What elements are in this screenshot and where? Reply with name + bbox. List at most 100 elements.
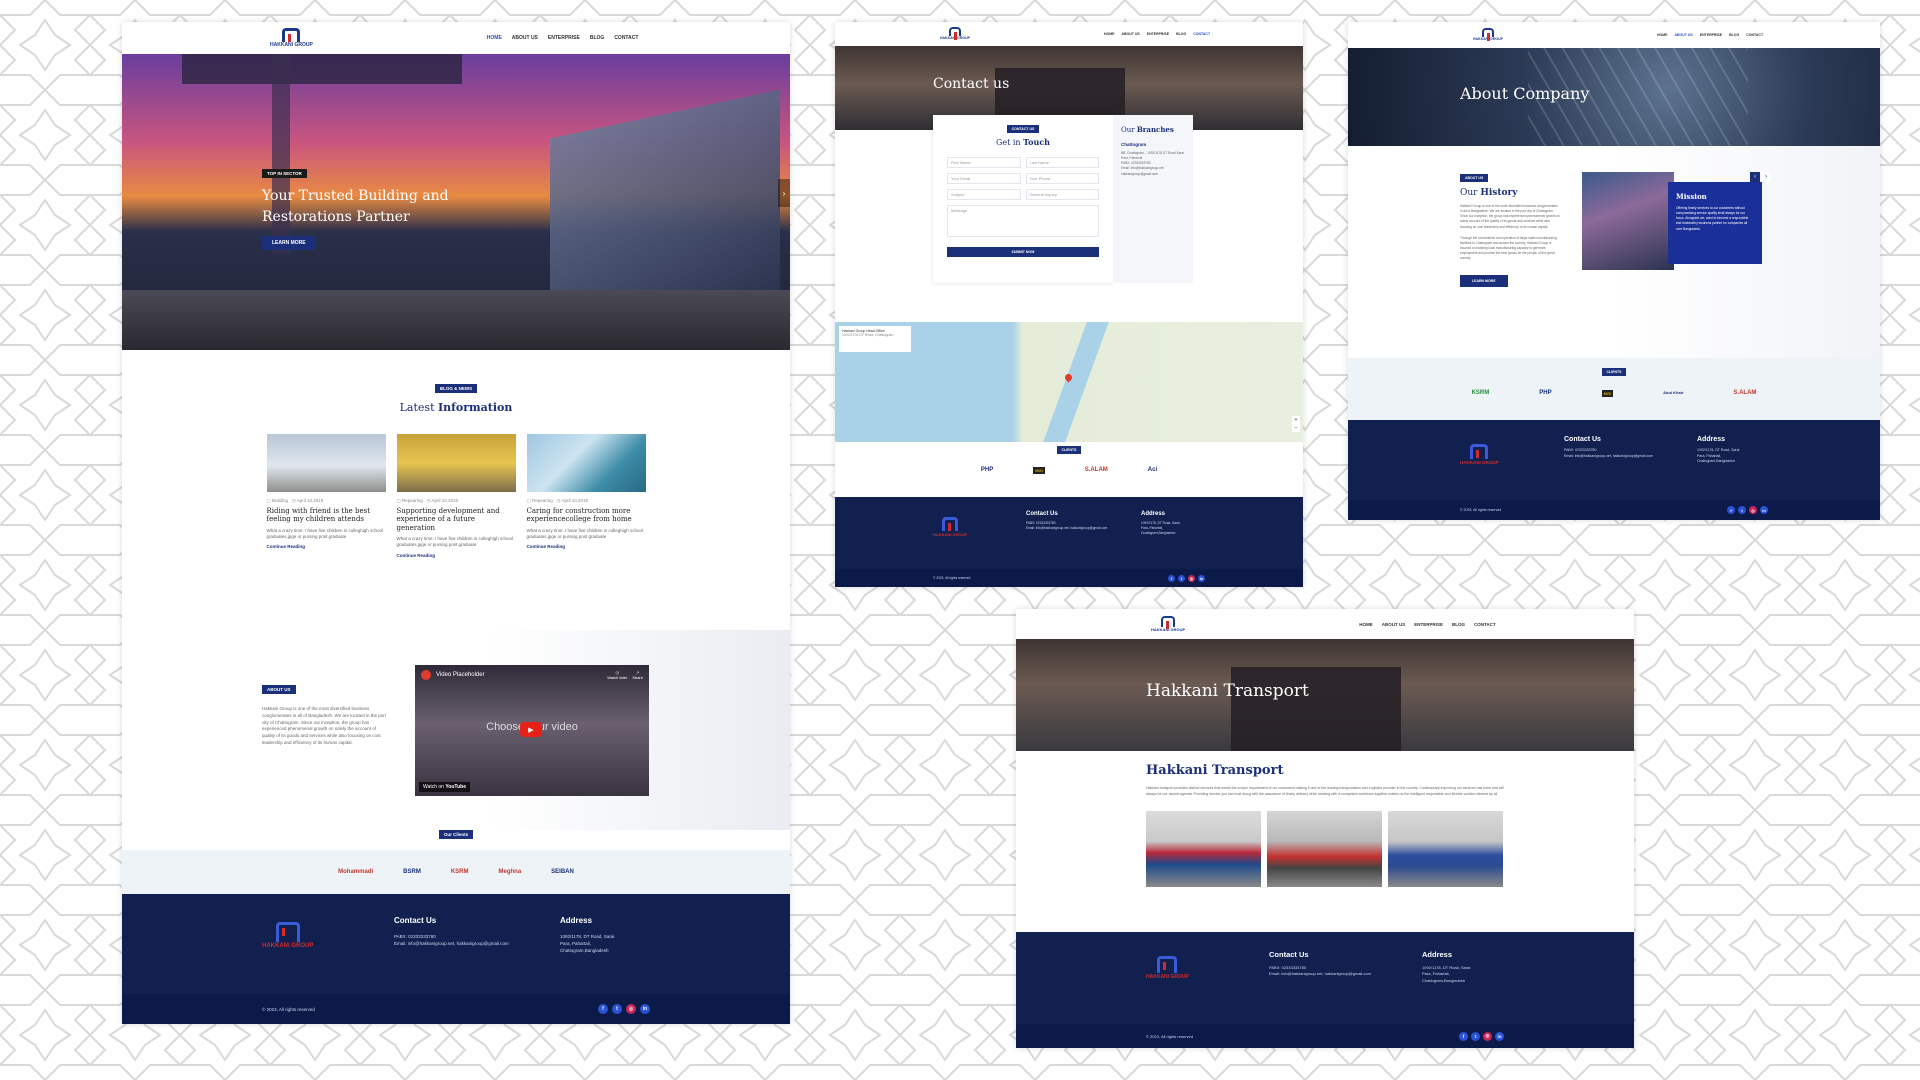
nav-enterprise[interactable]: ENTERPRISE — [1147, 32, 1169, 36]
twitter-icon[interactable]: t — [1738, 506, 1746, 514]
blog-card-title[interactable]: Riding with friend is the best feeling m… — [267, 507, 386, 524]
continue-reading-link[interactable]: Continue Reading — [397, 553, 516, 558]
slider-next-button[interactable]: › — [1761, 172, 1771, 182]
footer-address-line: Chattogram,Bangladesh — [1422, 977, 1466, 983]
nav-contact[interactable]: CONTACT — [1193, 32, 1210, 36]
phone-field[interactable]: Your Phone — [1025, 173, 1099, 184]
social-links: f t ◎ in — [598, 1004, 650, 1014]
footer-email[interactable]: Email: info@hakkanigroup.net, hakkanigro… — [1269, 971, 1371, 977]
client-logo: PHP — [980, 467, 994, 473]
copyright-year: © 2023, — [933, 576, 945, 580]
submit-button[interactable]: SUBMIT NOW — [947, 247, 1099, 257]
linkedin-icon[interactable]: in — [1495, 1031, 1504, 1041]
facebook-icon[interactable]: f — [1459, 1031, 1468, 1041]
share-button[interactable]: ↗ Share — [632, 670, 643, 680]
about-block: ABOUT US Hakkani Group is one of the mos… — [262, 685, 387, 747]
nav-home[interactable]: HOME — [487, 35, 502, 41]
twitter-icon[interactable]: t — [1471, 1031, 1480, 1041]
instagram-icon[interactable]: ◎ — [1483, 1031, 1492, 1041]
about-badge: ABOUT US — [1460, 174, 1489, 182]
instagram-icon[interactable]: ◎ — [1188, 574, 1195, 582]
logo-icon — [948, 27, 961, 41]
instagram-icon[interactable]: ◎ — [626, 1004, 636, 1014]
nav-home[interactable]: HOME — [1104, 32, 1115, 36]
contact-form-title: Get in Touch — [947, 137, 1099, 147]
facebook-icon[interactable]: f — [598, 1004, 608, 1014]
nav-about[interactable]: ABOUT US — [1121, 32, 1139, 36]
watch-on-youtube[interactable]: Watch on YouTube — [419, 782, 470, 792]
nav-blog[interactable]: BLOG — [1729, 33, 1739, 37]
inquiry-select[interactable]: General Inquiry — [1025, 189, 1099, 200]
about-learn-more-button[interactable]: LEARN MORE — [1460, 275, 1508, 288]
email-field[interactable]: Your Email — [947, 173, 1021, 184]
nav-about[interactable]: ABOUT US — [1382, 622, 1406, 627]
contact-badge: CONTACT US — [1006, 125, 1040, 133]
brand-logo[interactable]: HAKKANI GROUP — [270, 28, 313, 48]
continue-reading-link[interactable]: Continue Reading — [527, 544, 646, 549]
nav-blog[interactable]: BLOG — [1452, 622, 1465, 627]
gallery-image[interactable] — [1146, 811, 1261, 888]
hero-next-arrow[interactable]: › — [778, 179, 790, 207]
blog-card[interactable]: ▢ Repearing ◷ April 10,2019 Supporting d… — [396, 434, 516, 558]
social-links: f t ◎ in — [1459, 1031, 1504, 1041]
nav-home[interactable]: HOME — [1657, 33, 1668, 37]
linkedin-icon[interactable]: in — [640, 1004, 650, 1014]
footer-contact: Contact Us PABX: 02333333780 Email: info… — [1269, 950, 1371, 978]
nav-enterprise[interactable]: ENTERPRISE — [548, 35, 580, 41]
facebook-icon[interactable]: f — [1168, 574, 1175, 582]
facebook-icon[interactable]: f — [1727, 506, 1735, 514]
continue-reading-link[interactable]: Continue Reading — [267, 544, 386, 549]
blog-card-category: Repearing — [402, 498, 423, 503]
video-player[interactable]: Video Placeholder ◷ Watch later ↗ Share Ch… — [415, 665, 649, 796]
first-name-field[interactable]: First Name — [947, 157, 1021, 168]
subject-field[interactable]: Subject — [947, 189, 1021, 200]
footer-email[interactable]: Email: info@hakkanigroup.net, hakkanigro… — [1026, 526, 1107, 531]
transport-page-panel: HAKKANI GROUP HOME ABOUT US ENTERPRISE B… — [1016, 609, 1634, 1048]
linkedin-icon[interactable]: in — [1760, 506, 1768, 514]
map-embed[interactable]: Hakkani Group Head Office 1092/1178 DT R… — [835, 322, 1303, 442]
brand-logo[interactable]: HAKKANI GROUP — [1151, 616, 1185, 632]
client-logo: S.ALAM — [1084, 467, 1108, 473]
blog-card[interactable]: ▢ Repearing ◷ April 10,2019 Caring for c… — [526, 434, 646, 558]
blog-card-title[interactable]: Supporting development and experience of… — [397, 507, 516, 532]
brand-logo[interactable]: HAKKANI GROUP — [940, 27, 970, 41]
twitter-icon[interactable]: t — [1178, 574, 1185, 582]
branches-card: Our Branches Chattogram BB, Chattogram –… — [1113, 115, 1193, 283]
history-section: ABOUT US Our History Hakkani Group is on… — [1348, 146, 1880, 358]
nav-about[interactable]: ABOUT US — [512, 35, 538, 41]
client-logo: BSRM — [403, 869, 421, 875]
blog-card[interactable]: ▢ Building ◷ April 10,2019 Riding with f… — [266, 434, 386, 558]
transport-text: Hakkani transport provides distinct serv… — [1146, 786, 1504, 796]
hero-learn-more-button[interactable]: LEARN MORE — [262, 236, 316, 250]
footer-address-line: 1092/1178, DT Road, Sarai — [560, 934, 615, 939]
linkedin-icon[interactable]: in — [1198, 574, 1205, 582]
nav-about[interactable]: ABOUT US — [1674, 33, 1692, 37]
map-zoom-controls[interactable]: + − — [1292, 416, 1300, 432]
copyright: © 2023, All rights reserved — [933, 576, 970, 580]
nav-contact[interactable]: CONTACT — [614, 35, 638, 41]
nav-blog[interactable]: BLOG — [590, 35, 604, 41]
twitter-icon[interactable]: t — [612, 1004, 622, 1014]
instagram-icon[interactable]: ◎ — [1749, 506, 1757, 514]
slider-prev-button[interactable]: ‹ — [1750, 172, 1760, 182]
nav-contact[interactable]: CONTACT — [1746, 33, 1763, 37]
brand-logo[interactable]: HAKKANI GROUP — [1473, 28, 1503, 42]
gallery-image[interactable] — [1267, 811, 1382, 888]
blog-card-title[interactable]: Caring for construction more experiencec… — [527, 507, 646, 524]
home-hero: TOP IN SECTOR Your Trusted Building and … — [122, 54, 790, 350]
footer-email[interactable]: Email: info@hakkanigroup.net, hakkanigro… — [394, 940, 509, 947]
nav-enterprise[interactable]: ENTERPRISE — [1414, 622, 1443, 627]
nav-blog[interactable]: BLOG — [1176, 32, 1186, 36]
gallery-image[interactable] — [1388, 811, 1503, 888]
nav-enterprise[interactable]: ENTERPRISE — [1700, 33, 1722, 37]
watch-later-button[interactable]: ◷ Watch later — [607, 670, 627, 680]
map-info-box: Hakkani Group Head Office 1092/1178 DT R… — [839, 326, 911, 352]
footer-logo: HAKKANI GROUP — [1146, 956, 1189, 980]
nav-contact[interactable]: CONTACT — [1474, 622, 1496, 627]
last-name-field[interactable]: Last Name — [1025, 157, 1099, 168]
footer-email[interactable]: Email: info@hakkanigroup.net, hakkanigro… — [1564, 454, 1653, 460]
youtube-play-button[interactable]: ▶ — [520, 722, 542, 737]
message-textarea[interactable]: Message — [947, 205, 1099, 237]
copyright-year: © 2023, — [262, 1006, 278, 1012]
nav-home[interactable]: HOME — [1359, 622, 1373, 627]
